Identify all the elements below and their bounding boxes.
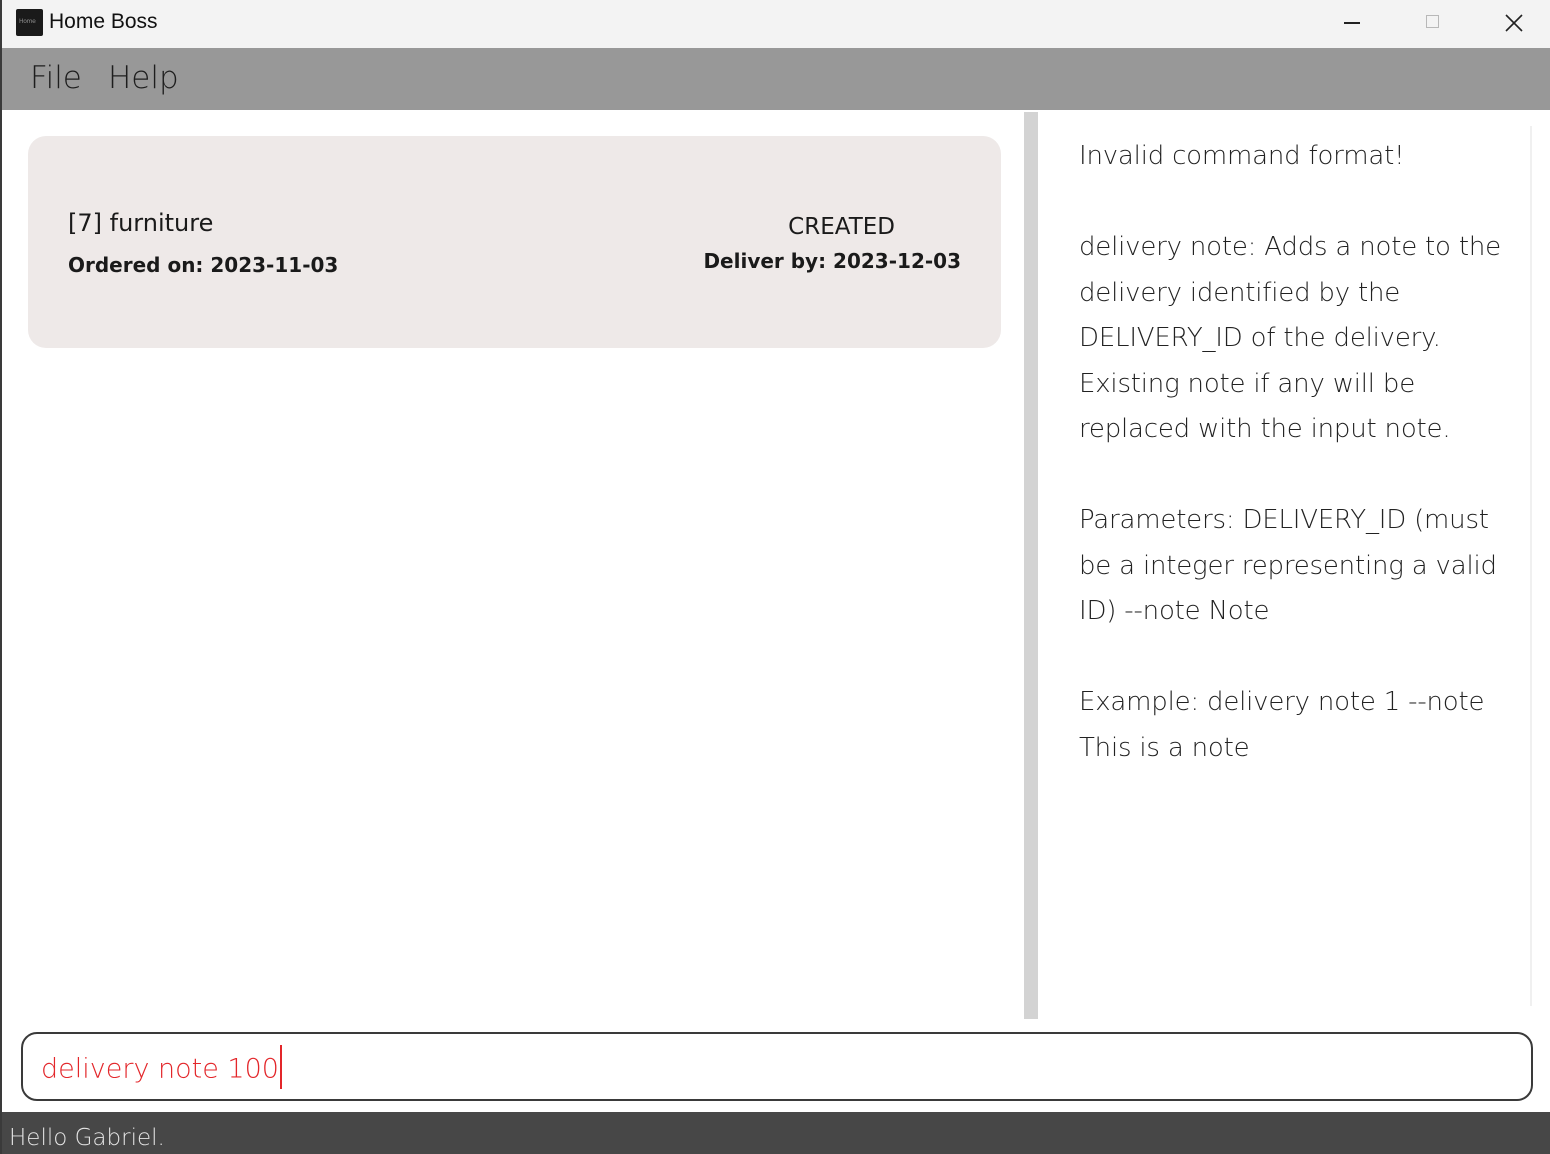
menu-file[interactable]: File	[30, 60, 82, 96]
result-parameters: Parameters: DELIVERY_ID (must be a integ…	[1079, 505, 1497, 626]
maximize-icon	[1426, 15, 1439, 28]
status-message: Hello Gabriel.	[9, 1125, 165, 1151]
status-bar: Hello Gabriel.	[2, 1112, 1550, 1154]
minimize-icon	[1344, 22, 1360, 24]
menu-help[interactable]: Help	[108, 60, 179, 96]
delivery-list-panel[interactable]: [7] furniture Ordered on: 2023-11-03 CRE…	[2, 110, 1024, 1020]
minimize-button[interactable]	[1312, 0, 1392, 46]
command-input-text: delivery note 100	[41, 1053, 279, 1085]
delivery-ordered-date: Ordered on: 2023-11-03	[68, 253, 339, 277]
menu-bar: File Help	[2, 48, 1550, 110]
close-icon	[1505, 14, 1523, 32]
command-input-box[interactable]: delivery note 100	[21, 1032, 1533, 1101]
panel-splitter[interactable]	[1024, 112, 1038, 1019]
result-display-panel: Invalid command format! delivery note: A…	[1038, 112, 1531, 1019]
command-input[interactable]: delivery note 100	[41, 1045, 282, 1092]
result-example: Example: delivery note 1 --note This is …	[1079, 687, 1485, 763]
close-button[interactable]	[1474, 0, 1550, 46]
maximize-button[interactable]	[1393, 0, 1473, 46]
delivery-deliver-by-date: Deliver by: 2023-12-03	[703, 249, 961, 273]
text-caret	[279, 1045, 282, 1089]
delivery-card[interactable]: [7] furniture Ordered on: 2023-11-03 CRE…	[28, 136, 1001, 348]
command-area: delivery note 100	[2, 1019, 1550, 1112]
result-description: delivery note: Adds a note to the delive…	[1079, 232, 1501, 444]
delivery-title: [7] furniture	[68, 209, 214, 237]
result-message: Invalid command format! delivery note: A…	[1079, 134, 1519, 817]
window-title: Home Boss	[49, 10, 158, 33]
result-heading: Invalid command format!	[1079, 141, 1405, 171]
title-bar[interactable]: Home Home Boss	[2, 0, 1550, 48]
app-icon-text: Home	[19, 18, 36, 25]
app-window: Home Home Boss File Help [7] furniture O…	[0, 0, 1550, 1154]
result-scrollbar[interactable]	[1530, 126, 1532, 1006]
home-boss-app-icon: Home	[16, 9, 43, 36]
delivery-status-label: CREATED	[788, 214, 895, 240]
